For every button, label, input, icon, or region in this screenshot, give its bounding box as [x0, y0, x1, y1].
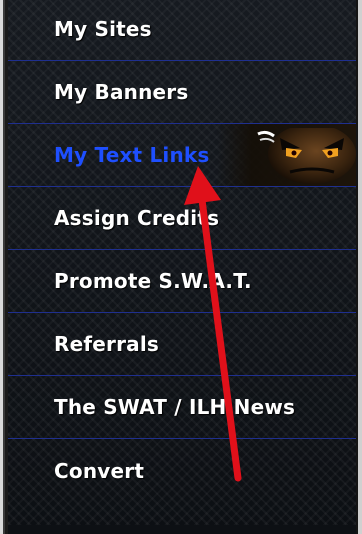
- navigation-menu: My Sites My Banners My Text Links Assign…: [8, 0, 356, 534]
- menu-bottom-edge: [8, 525, 356, 534]
- angry-face-mascot-icon: [257, 128, 356, 184]
- menu-item-my-sites[interactable]: My Sites: [8, 0, 356, 61]
- menu-item-promote-swat[interactable]: Promote S.W.A.T.: [8, 250, 356, 313]
- menu-item-swat-ilh-news[interactable]: The SWAT / ILH News: [8, 376, 356, 439]
- menu-item-my-text-links[interactable]: My Text Links: [8, 124, 356, 187]
- menu-item-label: Assign Credits: [54, 206, 220, 230]
- menu-item-assign-credits[interactable]: Assign Credits: [8, 187, 356, 250]
- menu-item-label: My Banners: [54, 80, 189, 104]
- sidebar-frame: My Sites My Banners My Text Links Assign…: [0, 0, 362, 534]
- menu-item-label: The SWAT / ILH News: [54, 395, 296, 419]
- menu-item-convert[interactable]: Convert: [8, 439, 356, 502]
- menu-item-label: Convert: [54, 458, 145, 483]
- menu-item-label: My Text Links: [54, 143, 210, 167]
- menu-item-label: Promote S.W.A.T.: [54, 269, 252, 293]
- right-border: [356, 0, 362, 534]
- left-border: [0, 0, 8, 534]
- menu-item-referrals[interactable]: Referrals: [8, 313, 356, 376]
- menu-item-label: Referrals: [54, 332, 160, 356]
- menu-item-label: My Sites: [54, 17, 152, 41]
- menu-item-my-banners[interactable]: My Banners: [8, 61, 356, 124]
